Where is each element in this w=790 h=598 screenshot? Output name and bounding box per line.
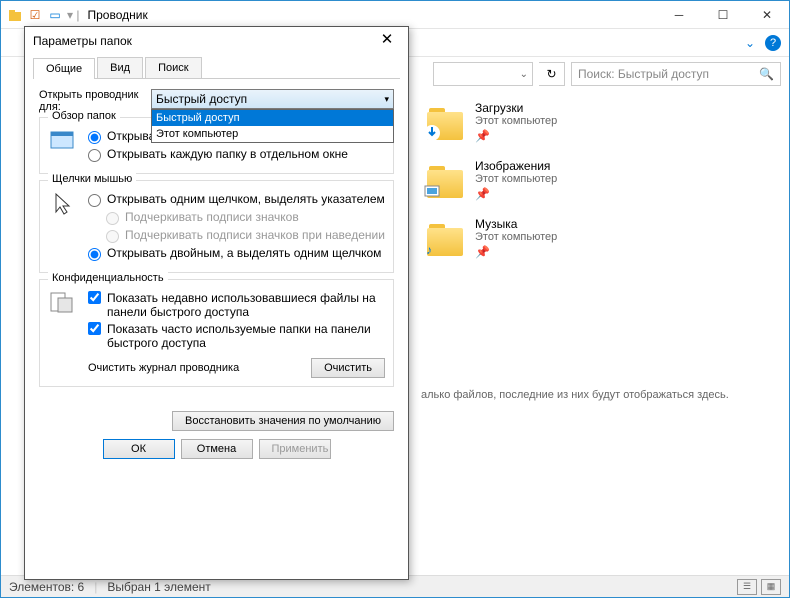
browse-legend: Обзор папок [48,110,120,122]
folder-icon [425,102,465,142]
qa-save-icon[interactable]: ☑ [27,7,43,23]
folder-location: Этот компьютер [475,231,557,243]
dialog-titlebar: Параметры папок ✕ [25,27,408,55]
status-selected: Выбран 1 элемент [107,580,210,594]
pin-icon: 📌 [475,187,557,201]
combo-value: Быстрый доступ [156,92,247,106]
dialog-title: Параметры папок [33,34,132,48]
help-icon[interactable]: ? [765,35,781,51]
list-item[interactable]: Изображения Этот компьютер 📌 [421,151,781,209]
radio-underline-hover: Подчеркивать подписи значков при наведен… [106,228,385,243]
maximize-button[interactable]: ☐ [701,1,745,29]
pictures-badge-icon [423,182,441,200]
folder-icon: ♪ [425,218,465,258]
privacy-legend: Конфиденциальность [48,272,168,284]
open-explorer-combo[interactable]: Быстрый доступ ▾ Быстрый доступ Этот ком… [151,89,394,109]
view-details-button[interactable]: ☰ [737,579,757,595]
folder-location: Этот компьютер [475,115,557,127]
check-frequent-folders[interactable]: Показать часто используемые папки на пан… [88,322,385,350]
dialog-body: Открыть проводник для: Быстрый доступ ▾ … [25,79,408,401]
folder-name: Музыка [475,217,557,231]
dialog-close-button[interactable]: ✕ [374,30,400,52]
file-list: Загрузки Этот компьютер 📌 Изображения Эт… [421,93,781,267]
ribbon-chevron-icon[interactable]: ⌄ [745,36,755,50]
search-placeholder: Поиск: Быстрый доступ [578,67,709,81]
browse-icon [48,126,78,156]
folder-options-dialog: Параметры папок ✕ Общие Вид Поиск Открыт… [24,26,409,580]
radio-double-click[interactable]: Открывать двойным, а выделять одним щелч… [88,246,385,261]
svg-text:♪: ♪ [426,243,432,257]
clear-history-label: Очистить журнал проводника [88,362,239,374]
privacy-group: Конфиденциальность Показать недавно испо… [39,279,394,387]
search-icon: 🔍 [759,67,774,81]
dialog-tabs: Общие Вид Поиск [33,57,400,79]
status-item-count: Элементов: 6 [9,580,84,594]
minimize-button[interactable]: ─ [657,1,701,29]
music-badge-icon: ♪ [423,240,441,258]
qa-divider: ▾ | [67,8,79,22]
address-bar[interactable]: ⌄ [433,62,533,86]
close-button[interactable]: ✕ [745,1,789,29]
download-badge-icon [423,124,441,142]
radio-single-click[interactable]: Открывать одним щелчком, выделять указат… [88,192,385,207]
pin-icon: 📌 [475,245,557,259]
list-item[interactable]: ♪ Музыка Этот компьютер 📌 [421,209,781,267]
clicks-legend: Щелчки мышью [48,173,136,185]
folder-name: Изображения [475,159,557,173]
radio-new-window[interactable]: Открывать каждую папку в отдельном окне [88,147,385,162]
combo-dropdown: Быстрый доступ Этот компьютер [151,109,394,143]
chevron-down-icon: ▾ [384,94,389,105]
tab-general[interactable]: Общие [33,58,95,79]
apply-button[interactable]: Применить [259,439,331,459]
tab-view[interactable]: Вид [97,57,143,78]
cancel-button[interactable]: Отмена [181,439,253,459]
click-behavior-group: Щелчки мышью Открывать одним щелчком, вы… [39,180,394,273]
folder-name: Загрузки [475,101,557,115]
check-recent-files[interactable]: Показать недавно использовавшиеся файлы … [88,291,385,319]
pin-icon: 📌 [475,129,557,143]
folder-location: Этот компьютер [475,173,557,185]
quick-access-hint: алько файлов, последние из них будут ото… [421,389,769,401]
combo-option-quick-access[interactable]: Быстрый доступ [152,110,393,126]
cursor-icon [48,189,78,219]
list-item[interactable]: Загрузки Этот компьютер 📌 [421,93,781,151]
radio-underline-always: Подчеркивать подписи значков [106,210,385,225]
qa-props-icon[interactable]: ▭ [47,7,63,23]
titlebar: ☑ ▭ ▾ | Проводник ─ ☐ ✕ [1,1,789,29]
tab-search[interactable]: Поиск [145,57,201,78]
folder-icon [425,160,465,200]
search-input[interactable]: Поиск: Быстрый доступ 🔍 [571,62,781,86]
dialog-buttons: ОК Отмена Применить [25,431,408,469]
combo-option-this-pc[interactable]: Этот компьютер [152,126,393,142]
restore-defaults-button[interactable]: Восстановить значения по умолчанию [172,411,394,431]
window-title: Проводник [87,8,147,22]
explorer-icon [7,7,23,23]
ok-button[interactable]: ОК [103,439,175,459]
refresh-button[interactable]: ↻ [539,62,565,86]
privacy-icon [48,288,78,318]
clear-button[interactable]: Очистить [311,358,385,378]
view-icons-button[interactable]: ▦ [761,579,781,595]
